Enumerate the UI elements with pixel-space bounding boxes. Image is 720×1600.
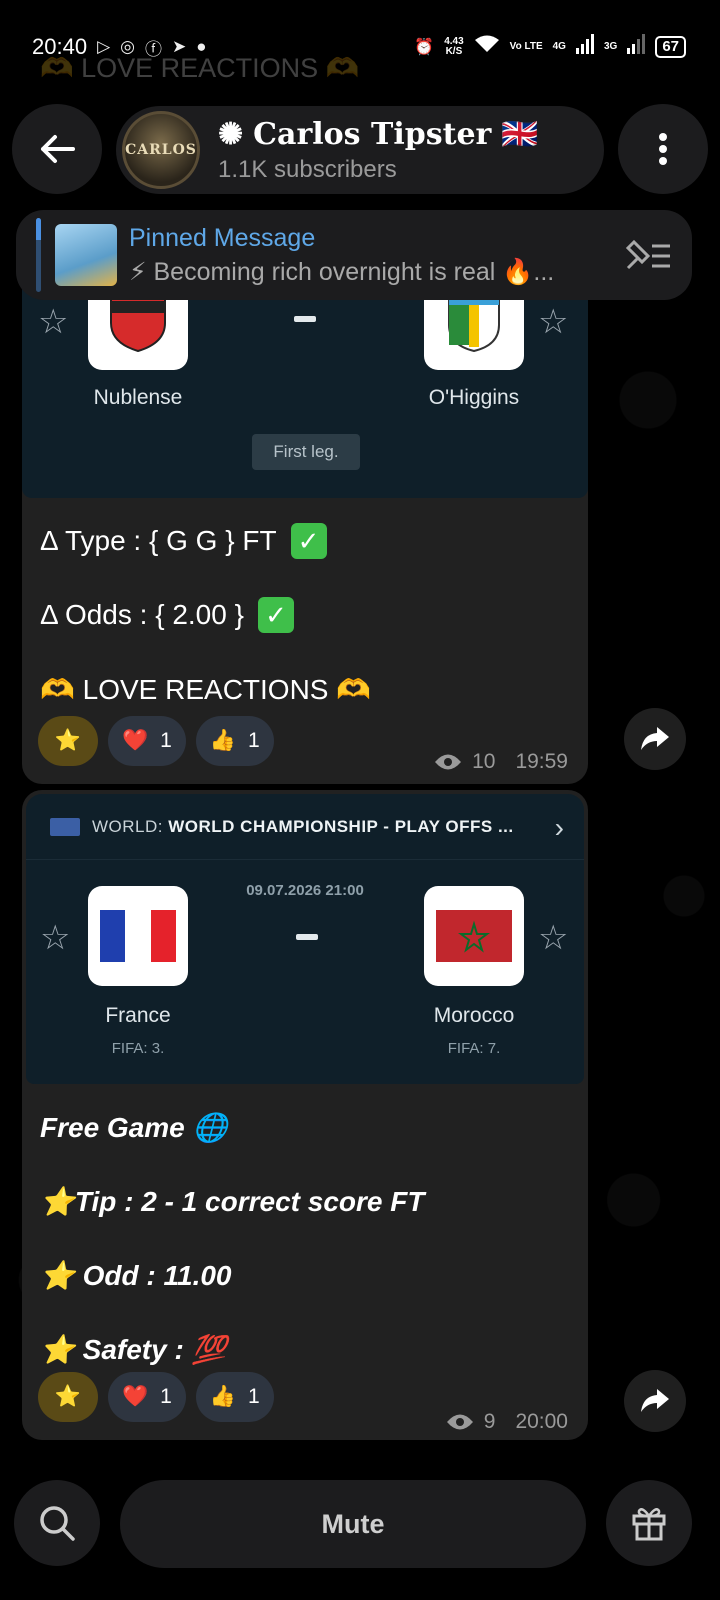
more-vertical-icon [659,133,667,165]
gift-button[interactable] [606,1480,692,1566]
check-icon: ✓ [257,597,294,633]
reactions-row: ⭐ ❤️ 1 👍 1 [38,1372,274,1422]
message-line: ⭐ Odd : 11.00 [40,1259,232,1291]
message-line: Free Game 🌐 [40,1111,228,1143]
star-outline-icon[interactable]: ☆ [538,302,568,342]
signal-3g: 3G [603,40,618,52]
reactions-row: ⭐ ❤️ 1 👍 1 [38,716,274,766]
pinned-list-icon[interactable] [616,238,680,272]
away-team-rank: FIFA: 7. [447,1040,501,1057]
message-line: Δ Type : { G G } FT ✓ [40,504,570,578]
check-icon: ✓ [290,523,327,559]
chevron-right-icon: › [554,812,564,843]
gift-icon [632,1508,666,1541]
match-card[interactable]: WORLD: WORLD CHAMPIONSHIP - PLAY OFFS ..… [26,794,584,1084]
chat-header: CARLOS ✺ Carlos Tipster 🇬🇧 1.1K subscrib… [12,104,708,196]
message-meta: 10 19:59 [434,750,568,774]
forward-button[interactable] [624,708,686,770]
forward-button[interactable] [624,1370,686,1432]
facebook-icon: ⓕ [144,39,162,59]
home-team-name: France [105,1004,171,1027]
signal-4g: 4G [552,40,566,52]
share-arrow-icon [641,1389,669,1412]
reaction-heart[interactable]: ❤️ 1 [108,716,186,766]
dot-icon: ● [196,37,207,56]
star-outline-icon[interactable]: ☆ [40,918,70,958]
telegram-icon: ➤ [171,37,187,56]
star-outline-icon[interactable]: ☆ [538,918,568,958]
search-button[interactable] [14,1480,100,1566]
share-arrow-icon [641,727,669,750]
reaction-heart[interactable]: ❤️ 1 [108,1372,186,1422]
search-icon [40,1506,75,1541]
versus-dash [294,316,316,322]
volte-label: Vo LTE [509,40,543,52]
away-team-name: Morocco [433,1004,515,1027]
reaction-thumbs-up[interactable]: 👍 1 [195,1372,274,1422]
pinned-preview: ⚡ Becoming rich overnight is real 🔥... [129,257,555,286]
status-bar: 20:40 ▷ ◎ ⓕ ➤ ● ⏰ 4.43 K/S Vo LTE 4G 3G … [0,0,720,94]
home-team-name: Nublense [93,386,183,409]
message-line: 🫶 LOVE REACTIONS 🫶 [40,673,372,705]
competition-bar[interactable]: WORLD: WORLD CHAMPIONSHIP - PLAY OFFS ..… [26,794,584,860]
leg-badge: First leg. [252,434,360,470]
team-logo-france [88,886,188,986]
away-team-name: O'Higgins [428,386,520,409]
cast-icon: ▷ [97,37,111,56]
more-menu-button[interactable] [618,104,708,194]
star-outline-icon[interactable]: ☆ [38,302,68,342]
eye-icon [446,1414,473,1430]
channel-info-pill[interactable]: CARLOS ✺ Carlos Tipster 🇬🇧 1.1K subscrib… [116,106,604,194]
net-speed: 4.43 K/S [444,35,464,57]
pinned-message-bar[interactable]: Pinned Message ⚡ Becoming rich overnight… [16,210,692,300]
home-team-rank: FIFA: 3. [111,1040,165,1057]
pinned-title: Pinned Message [129,223,316,252]
back-button[interactable] [12,104,102,194]
team-logo-morocco [424,886,524,986]
signal-bars-icon [575,34,594,59]
alarm-icon: ⏰ [414,38,435,56]
mute-button[interactable]: Mute [120,1480,586,1568]
eye-icon [435,754,462,770]
message-line: Δ Odds : { 2.00 } ✓ [40,578,570,652]
versus-dash [296,934,318,940]
clock: 20:40 [32,34,88,59]
signal-bars-icon [627,34,646,59]
message-line: ⭐Tip : 2 - 1 correct score FT [40,1185,425,1217]
pinned-thumbnail [55,224,117,286]
wifi-icon [474,34,500,59]
message-meta: 9 20:00 [446,1410,568,1434]
whatsapp-icon: ◎ [120,37,135,56]
arrow-left-icon [41,135,75,163]
channel-title: ✺ Carlos Tipster 🇬🇧 [218,116,539,152]
pin-indicator [36,218,41,292]
message-bubble[interactable]: WORLD: WORLD CHAMPIONSHIP - PLAY OFFS ..… [22,790,588,1440]
spark-icon: ✺ [218,116,244,152]
world-flag-icon [50,817,80,836]
reaction-star[interactable]: ⭐ [38,1372,98,1422]
battery-indicator: 67 [655,35,686,58]
subscriber-count: 1.1K subscribers [218,155,397,183]
bottom-bar: Mute [0,1480,720,1570]
reaction-star[interactable]: ⭐ [38,716,98,766]
message-bubble[interactable]: ☆ ☆ Nublense O'Higgins First leg. Δ Type… [22,262,588,784]
channel-avatar[interactable]: CARLOS [122,111,200,189]
reaction-thumbs-up[interactable]: 👍 1 [195,716,274,766]
